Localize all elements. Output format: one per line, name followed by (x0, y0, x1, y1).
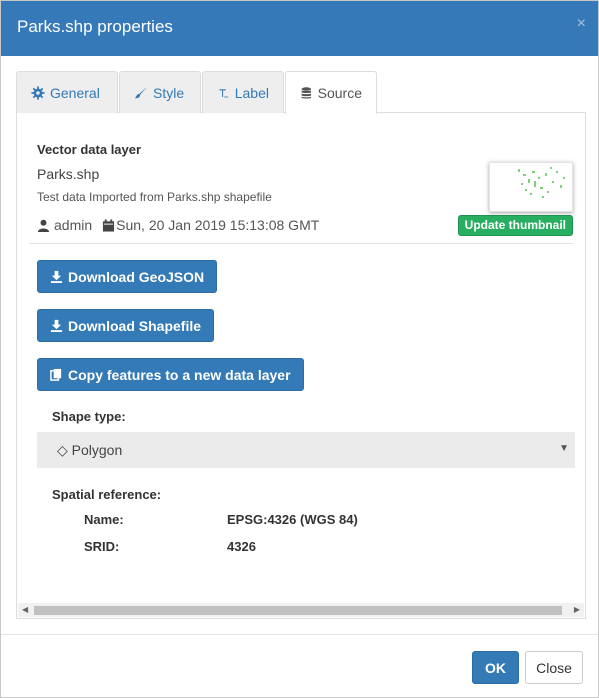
tab-bar: General Style Label Source (16, 71, 586, 114)
download-icon (50, 270, 63, 283)
horizontal-scrollbar[interactable]: ◀ ▶ (18, 603, 584, 617)
section-title: Vector data layer (37, 142, 142, 157)
dialog-title: Parks.shp properties (17, 17, 173, 36)
footer-divider (1, 634, 598, 635)
scroll-right-icon[interactable]: ▶ (574, 605, 580, 614)
layer-description: Test data Imported from Parks.shp shapef… (37, 190, 272, 204)
tab-style-label: Style (153, 84, 185, 101)
properties-dialog: Parks.shp properties × General Style Lab… (0, 0, 599, 698)
section-divider (29, 243, 573, 244)
calendar-icon (103, 218, 115, 232)
owner-name: admin (54, 217, 93, 233)
srid-key: SRID: (84, 539, 120, 554)
ok-button[interactable]: OK (472, 651, 519, 684)
tab-source-label: Source (317, 85, 362, 101)
tab-general-label: General (50, 84, 100, 101)
close-button[interactable]: Close (525, 651, 583, 684)
srid-value: 4326 (227, 539, 256, 554)
layer-thumbnail (489, 162, 573, 212)
tab-label[interactable]: Label (202, 71, 284, 113)
shape-type-value: ◇ Polygon (57, 441, 123, 458)
srs-name-key: Name: (84, 512, 124, 527)
close-icon[interactable]: × (577, 15, 586, 33)
tab-source[interactable]: Source (285, 71, 377, 114)
download-geojson-button[interactable]: Download GeoJSON (37, 260, 218, 293)
tab-label-label: Label (234, 84, 269, 101)
srs-name-value: EPSG:4326 (WGS 84) (227, 512, 358, 527)
shape-type-label: Shape type: (52, 409, 126, 424)
text-icon (219, 88, 229, 97)
layer-meta: admin Sun, 20 Jan 2019 15:13:08 GMT (37, 217, 319, 233)
layer-name: Parks.shp (37, 166, 100, 182)
update-thumbnail-button[interactable]: Update thumbnail (457, 215, 573, 236)
download-shapefile-label: Download Shapefile (68, 317, 202, 334)
tab-style[interactable]: Style (119, 71, 201, 113)
download-icon (50, 319, 63, 332)
download-geojson-label: Download GeoJSON (68, 268, 205, 285)
spatial-reference-label: Spatial reference: (52, 487, 162, 502)
scrollbar-thumb[interactable] (34, 606, 562, 615)
scroll-left-icon[interactable]: ◀ (22, 605, 28, 614)
copy-features-button[interactable]: Copy features to a new data layer (37, 358, 304, 391)
user-icon (37, 219, 50, 232)
copy-features-label: Copy features to a new data layer (68, 366, 291, 383)
gear-icon (31, 85, 45, 100)
dialog-header: Parks.shp properties × (1, 1, 598, 56)
created-date: Sun, 20 Jan 2019 15:13:08 GMT (116, 217, 320, 233)
source-panel: Vector data layer Parks.shp Test data Im… (16, 112, 586, 619)
map-thumbnail-image (518, 167, 565, 198)
copy-icon (50, 368, 62, 381)
caret-down-icon: ▼ (559, 443, 569, 454)
shape-type-select[interactable]: ◇ Polygon ▼ (37, 432, 575, 468)
database-icon (301, 87, 312, 99)
brush-icon (134, 86, 148, 98)
download-shapefile-button[interactable]: Download Shapefile (37, 309, 215, 342)
tab-general[interactable]: General (16, 71, 118, 113)
